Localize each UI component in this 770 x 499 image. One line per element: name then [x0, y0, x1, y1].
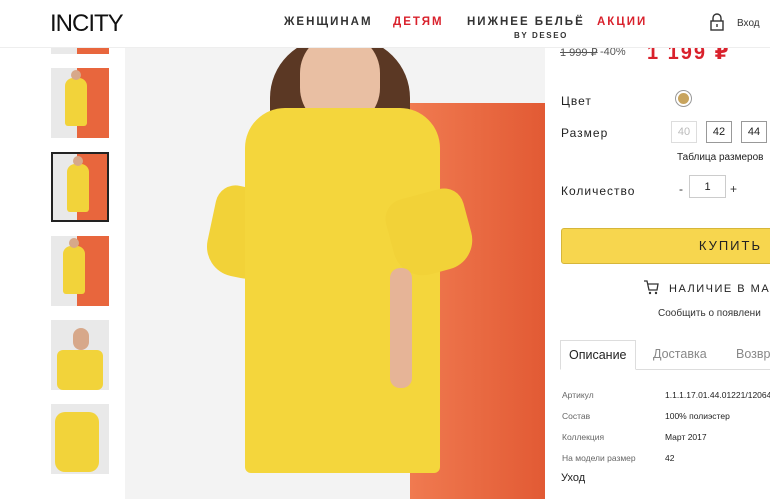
thumbnail[interactable] — [51, 404, 109, 474]
login-link[interactable]: Вход — [737, 18, 760, 29]
spec-value: Март 2017 — [665, 432, 707, 442]
thumbnail[interactable] — [51, 236, 109, 306]
size-option-42[interactable]: 42 — [706, 121, 732, 143]
buy-button[interactable]: КУПИТЬ — [561, 228, 770, 264]
availability-link[interactable]: НАЛИЧИЕ В МА — [669, 283, 770, 295]
spec-value: 100% полиэстер — [665, 411, 730, 421]
size-option-40[interactable]: 40 — [671, 121, 697, 143]
tab-description[interactable]: Описание — [560, 340, 636, 370]
product-photo[interactable] — [125, 48, 545, 499]
spec-key: Артикул — [562, 390, 594, 400]
thumbnail[interactable] — [51, 320, 109, 390]
nav-kids[interactable]: ДЕТЯМ — [393, 16, 444, 28]
nav-sale[interactable]: АКЦИИ — [597, 16, 647, 28]
quantity-label: Количество — [561, 184, 636, 198]
nav-lingerie-sub: BY DESEO — [514, 31, 568, 40]
spec-key: На модели размер — [562, 453, 636, 463]
cart-icon — [644, 280, 659, 295]
logo[interactable]: INCITY — [50, 10, 124, 38]
lock-icon[interactable] — [710, 13, 724, 31]
quantity-input[interactable] — [689, 175, 726, 198]
thumbnail[interactable] — [51, 68, 109, 138]
quantity-decrease-button[interactable]: - — [679, 182, 683, 196]
notify-link[interactable]: Сообщить о появлени — [658, 308, 761, 319]
site-header: INCITY ЖЕНЩИНАМ ДЕТЯМ НИЖНЕЕ БЕЛЬЁ BY DE… — [0, 0, 770, 48]
nav-women[interactable]: ЖЕНЩИНАМ — [284, 16, 373, 28]
size-table-link[interactable]: Таблица размеров — [677, 152, 763, 163]
size-option-44[interactable]: 44 — [741, 121, 767, 143]
spec-key: Состав — [562, 411, 591, 421]
info-tabs: Описание Доставка Возвр — [560, 340, 770, 370]
care-heading: Уход — [561, 472, 586, 484]
spec-key: Коллекция — [562, 432, 605, 442]
size-label: Размер — [561, 126, 609, 140]
thumbnail-strip — [0, 0, 125, 499]
color-swatch[interactable] — [675, 90, 692, 107]
tab-returns[interactable]: Возвр — [728, 340, 770, 370]
nav-lingerie[interactable]: НИЖНЕЕ БЕЛЬЁ — [467, 16, 585, 28]
spec-value: 42 — [665, 453, 675, 463]
spec-value: 1.1.1.17.01.44.01221/12064 — [665, 390, 770, 400]
tab-delivery[interactable]: Доставка — [645, 340, 715, 370]
quantity-increase-button[interactable]: + — [730, 182, 737, 196]
thumbnail-active[interactable] — [51, 152, 109, 222]
color-label: Цвет — [561, 94, 592, 108]
